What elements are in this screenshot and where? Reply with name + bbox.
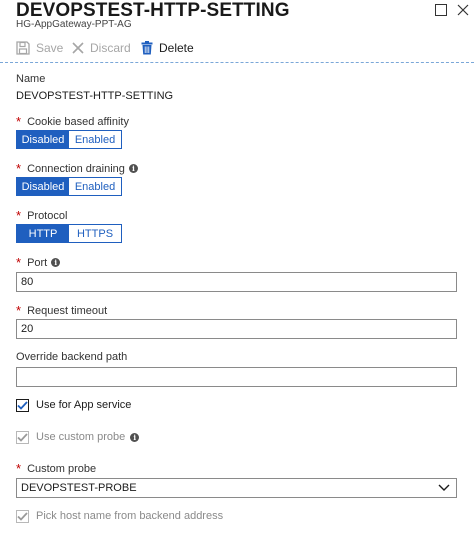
required-asterisk: * [16, 114, 22, 129]
cookie-affinity-toggle: Disabled Enabled [16, 130, 122, 149]
use-custom-probe-checkbox[interactable]: Use custom probe i [16, 429, 140, 445]
info-icon[interactable]: i [51, 258, 61, 267]
custom-probe-select[interactable]: DEVOPSTEST-PROBE [16, 478, 457, 498]
port-label: * Port i [16, 255, 61, 270]
use-app-service-checkbox[interactable]: Use for App service [16, 397, 131, 413]
command-bar: Save Discard Delete [0, 36, 474, 60]
request-timeout-input[interactable]: 20 [16, 319, 457, 339]
save-icon [16, 41, 30, 55]
checkmark-icon [17, 400, 28, 410]
cookie-affinity-disabled-option[interactable]: Disabled [17, 131, 69, 148]
delete-button[interactable]: Delete [141, 39, 194, 57]
checkbox-box [16, 430, 29, 444]
checkbox-box [16, 398, 29, 412]
name-label: Name [16, 73, 46, 85]
discard-icon [72, 42, 84, 54]
connection-draining-toggle: Disabled Enabled [16, 177, 122, 196]
pick-host-name-checkbox[interactable]: Pick host name from backend address [16, 508, 223, 524]
checkmark-icon [17, 432, 28, 442]
required-asterisk: * [16, 461, 22, 476]
discard-button[interactable]: Discard [72, 39, 131, 57]
override-path-label: Override backend path [16, 351, 128, 363]
save-label: Save [36, 41, 64, 55]
maximize-button[interactable] [433, 2, 449, 18]
required-asterisk: * [16, 208, 22, 223]
discard-label: Discard [90, 41, 131, 55]
blade-header: DEVOPSTEST-HTTP-SETTING HG-AppGateway-PP… [0, 0, 474, 32]
protocol-http-option[interactable]: HTTP [17, 225, 69, 242]
connection-draining-label: * Connection draining i [16, 162, 138, 175]
close-icon [457, 4, 469, 16]
custom-probe-value: DEVOPSTEST-PROBE [21, 482, 137, 494]
toolbar-divider [0, 62, 474, 63]
chevron-down-icon [438, 484, 450, 491]
page-subtitle: HG-AppGateway-PPT-AG [16, 19, 132, 30]
connection-draining-disabled-option[interactable]: Disabled [17, 178, 69, 195]
protocol-toggle: HTTP HTTPS [16, 224, 122, 243]
protocol-label: * Protocol [16, 208, 68, 223]
checkmark-icon [17, 511, 28, 521]
required-asterisk: * [16, 161, 22, 176]
port-input[interactable]: 80 [16, 272, 457, 292]
connection-draining-enabled-option[interactable]: Enabled [69, 178, 121, 195]
name-value: DEVOPSTEST-HTTP-SETTING [16, 90, 174, 102]
required-asterisk: * [16, 255, 22, 270]
maximize-icon [435, 4, 447, 16]
use-app-service-label: Use for App service [36, 399, 132, 411]
override-path-input[interactable] [16, 367, 457, 387]
required-asterisk: * [16, 303, 22, 318]
protocol-https-option[interactable]: HTTPS [69, 225, 121, 242]
cookie-affinity-label: * Cookie based affinity [16, 114, 129, 129]
delete-label: Delete [159, 41, 194, 55]
request-timeout-label: * Request timeout [16, 303, 108, 318]
info-icon[interactable]: i [130, 432, 140, 442]
save-button[interactable]: Save [16, 39, 63, 57]
close-button[interactable] [455, 2, 471, 18]
trash-icon [141, 41, 153, 55]
use-custom-probe-label: Use custom probe [36, 431, 126, 443]
custom-probe-label: * Custom probe [16, 461, 97, 476]
checkbox-box [16, 509, 29, 523]
info-icon[interactable]: i [128, 164, 138, 173]
pick-host-name-label: Pick host name from backend address [36, 510, 224, 522]
cookie-affinity-enabled-option[interactable]: Enabled [69, 131, 121, 148]
